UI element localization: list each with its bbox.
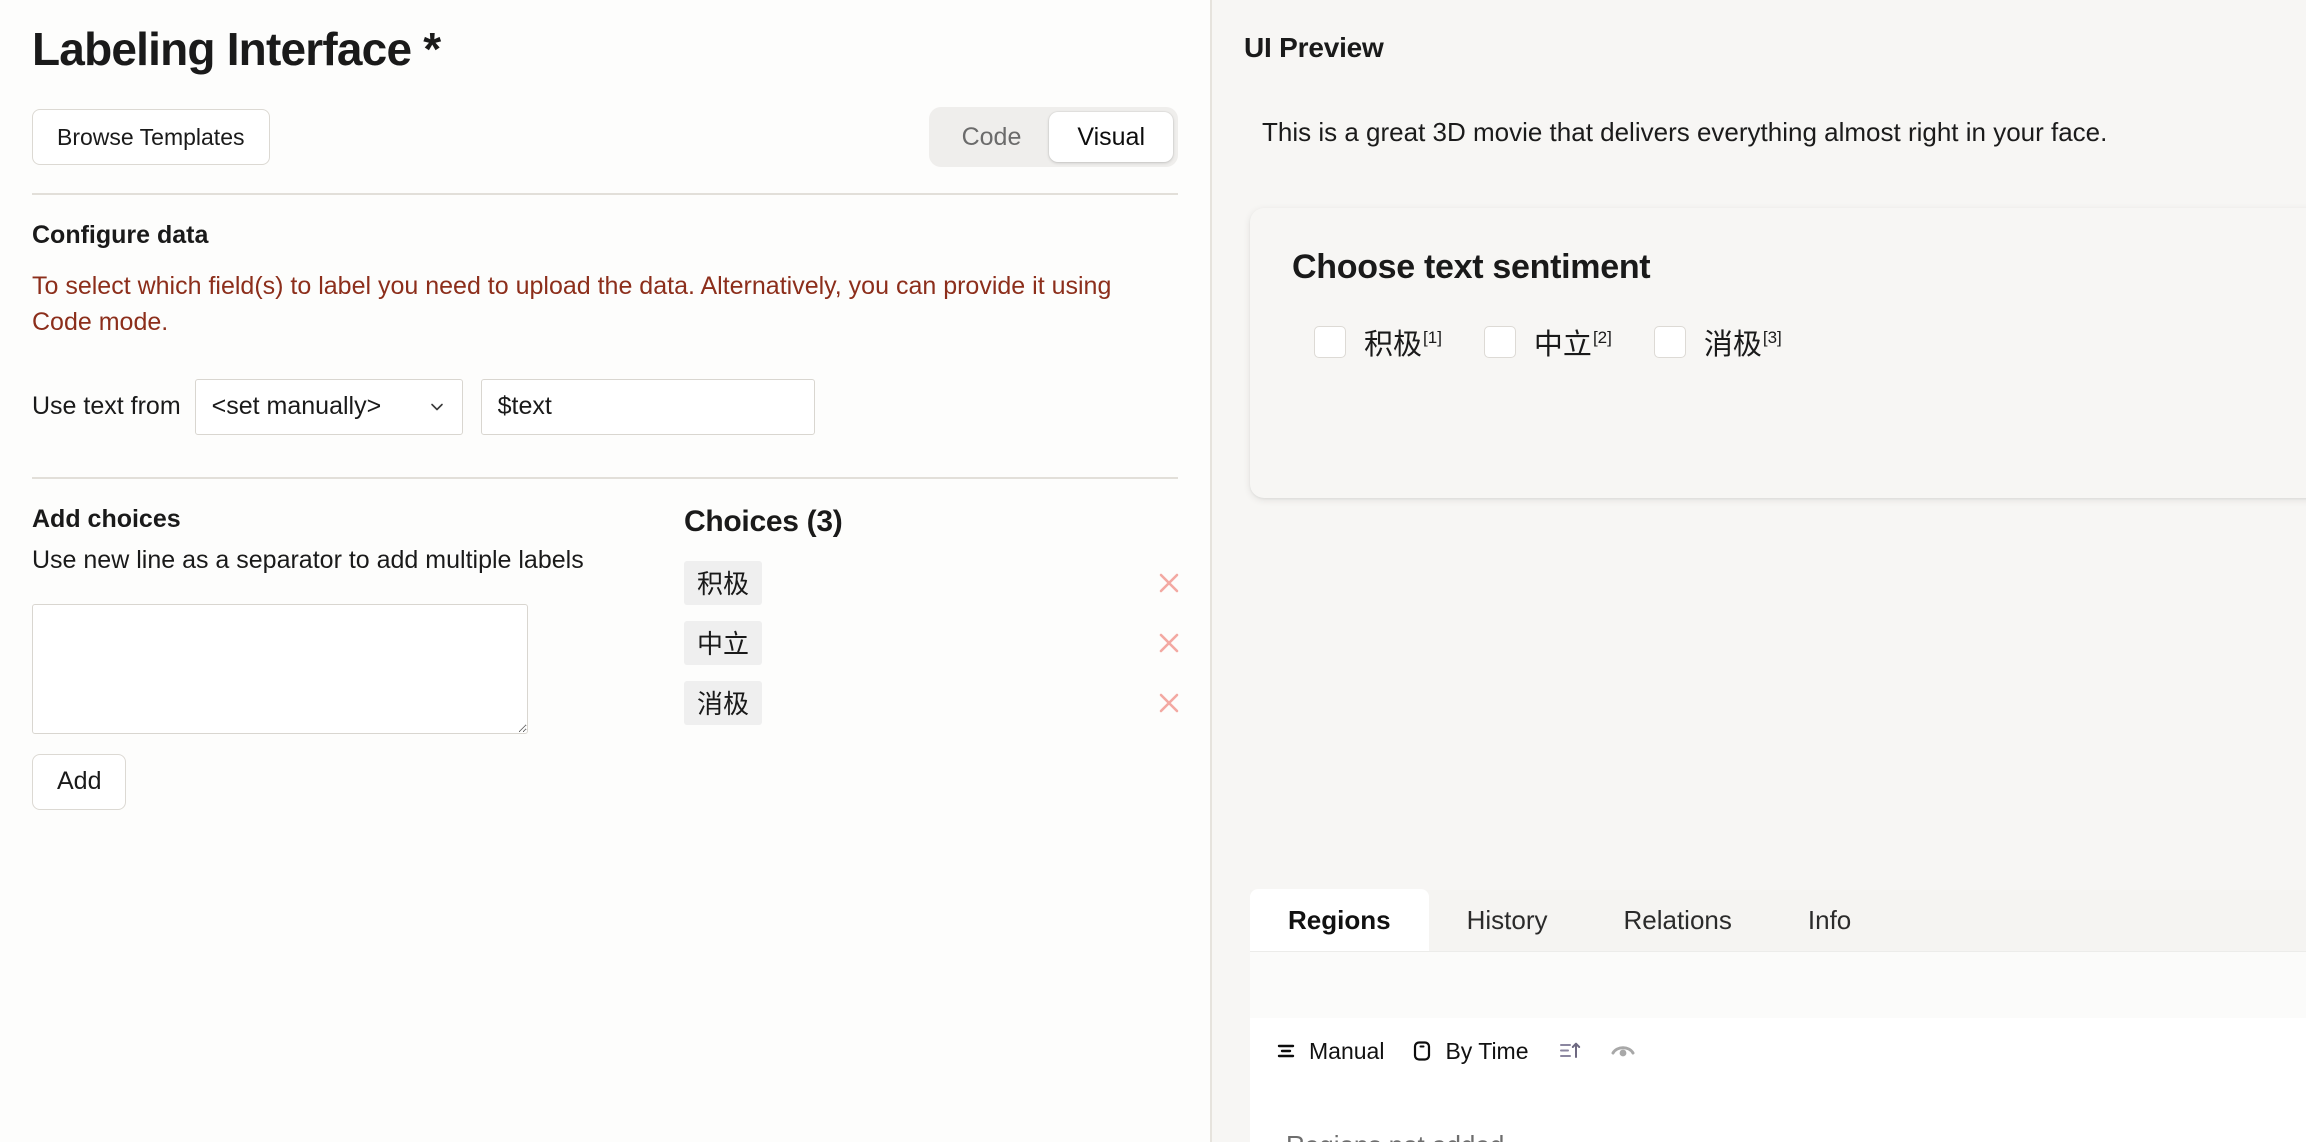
checkbox-input[interactable] <box>1314 326 1346 358</box>
checkbox-label-text: 积极 <box>1364 329 1423 361</box>
use-text-from-label: Use text from <box>32 392 181 421</box>
labeling-interface-page: Labeling Interface * Browse Templates Co… <box>0 0 2306 1142</box>
bottom-tabs: Regions History Relations Info <box>1250 889 2306 952</box>
add-choices-help-text: Use new line as a separator to add multi… <box>32 545 584 574</box>
close-x-icon[interactable] <box>1152 626 1186 660</box>
choices-count-heading: Choices (3) <box>684 504 843 538</box>
use-text-from-row: Use text from <set manually> <box>32 378 1178 435</box>
list-item: 积极 <box>684 553 1186 613</box>
checkbox-label-text: 消极 <box>1703 329 1762 361</box>
text-source-select-value: <set manually> <box>211 392 382 421</box>
checkbox-hotkey: [3] <box>1762 328 1782 348</box>
config-toolbar: Browse Templates Code Visual <box>32 107 1178 168</box>
manual-order-button[interactable]: Manual <box>1274 1038 1384 1065</box>
chevron-down-icon <box>428 398 446 416</box>
manual-order-label: Manual <box>1309 1037 1385 1064</box>
checkbox-label: 积极[1] <box>1364 321 1442 363</box>
tab-code[interactable]: Code <box>934 112 1050 162</box>
text-source-select[interactable]: <set manually> <box>194 378 463 435</box>
checkbox-option-neutral[interactable]: 中立[2] <box>1483 321 1612 363</box>
add-choices-textarea[interactable] <box>32 603 528 734</box>
checkbox-option-positive[interactable]: 积极[1] <box>1314 321 1442 363</box>
sentiment-checkbox-group: 积极[1] 中立[2] 消极[3] <box>1250 287 2306 363</box>
annotation-bottom-panel: Regions History Relations Info Manual By… <box>1250 889 2306 1142</box>
regions-tab-content: Manual By Time <box>1250 1018 2306 1142</box>
checkbox-hotkey: [2] <box>1592 328 1612 348</box>
order-list-icon <box>1274 1039 1298 1063</box>
configure-data-heading: Configure data <box>32 221 209 250</box>
list-item: 消极 <box>684 673 1186 733</box>
tab-visual[interactable]: Visual <box>1049 112 1173 163</box>
regions-toolbar: Manual By Time <box>1250 1018 2306 1084</box>
choices-area: Add choices Use new line as a separator … <box>32 505 1787 881</box>
browse-templates-button[interactable]: Browse Templates <box>32 109 270 166</box>
close-x-icon[interactable] <box>1152 686 1186 720</box>
regions-empty-message: Regions not added <box>1250 1084 2306 1142</box>
by-time-order-button[interactable]: By Time <box>1410 1037 1529 1065</box>
checkbox-label: 消极[3] <box>1704 321 1782 363</box>
sort-ascending-icon[interactable] <box>1557 1038 1583 1064</box>
text-value-input[interactable] <box>480 378 815 435</box>
configure-data-warning: To select which field(s) to label you ne… <box>32 272 1112 337</box>
add-choices-column: Add choices Use new line as a separator … <box>32 505 652 810</box>
choice-label: 中立 <box>684 620 763 665</box>
preview-card-title: Choose text sentiment <box>1292 248 1651 286</box>
checkbox-hotkey: [1] <box>1423 328 1442 348</box>
by-time-order-label: By Time <box>1445 1037 1529 1064</box>
editor-mode-toggle[interactable]: Code Visual <box>928 107 1178 168</box>
checkbox-input[interactable] <box>1653 326 1686 358</box>
tab-relations[interactable]: Relations <box>1585 889 1769 951</box>
checkbox-input[interactable] <box>1483 326 1516 358</box>
choices-list-column: Choices (3) 积极 中立 消极 <box>652 504 1787 881</box>
list-item: 中立 <box>684 613 1186 673</box>
add-choices-heading: Add choices <box>32 504 181 533</box>
tab-history[interactable]: History <box>1429 889 1586 951</box>
eye-icon[interactable] <box>1609 1037 1637 1065</box>
preview-sample-text: This is a great 3D movie that delivers e… <box>1262 117 2108 147</box>
divider-middle <box>32 476 1178 479</box>
preview-panel: UI Preview This is a great 3D movie that… <box>1212 0 2306 1142</box>
checkbox-label-text: 中立 <box>1533 329 1592 361</box>
clock-square-icon <box>1410 1039 1434 1063</box>
tab-info[interactable]: Info <box>1770 889 1889 951</box>
preview-card: Choose text sentiment 积极[1] 中立[2] 消极[3] <box>1250 208 2306 498</box>
choice-label: 消极 <box>684 680 763 725</box>
tab-regions[interactable]: Regions <box>1250 889 1429 951</box>
close-x-icon[interactable] <box>1152 566 1186 600</box>
checkbox-label: 中立[2] <box>1534 321 1612 363</box>
choice-label: 积极 <box>684 560 763 605</box>
add-choice-button[interactable]: Add <box>32 753 127 810</box>
config-panel: Labeling Interface * Browse Templates Co… <box>0 0 1787 1142</box>
checkbox-option-negative[interactable]: 消极[3] <box>1653 321 1782 363</box>
page-title: Labeling Interface * <box>32 23 441 75</box>
ui-preview-heading: UI Preview <box>1244 32 1384 63</box>
